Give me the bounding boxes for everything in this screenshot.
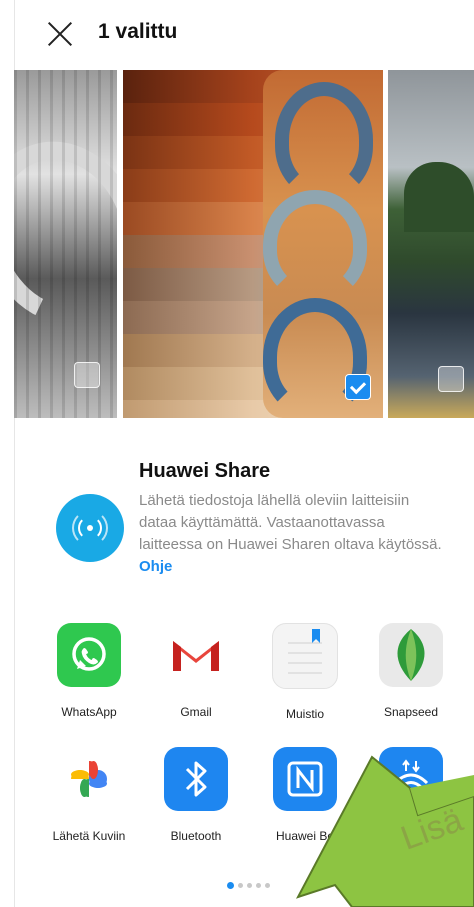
help-link[interactable]: Ohje (139, 558, 172, 575)
app-huawei-beam[interactable]: Huawei Be (250, 747, 360, 843)
huawei-share-title: Huawei Share (139, 460, 271, 482)
nfc-icon (273, 747, 337, 811)
app-label: Gmail (180, 705, 212, 719)
unchecked-checkbox[interactable] (74, 362, 100, 388)
page-dot (256, 883, 261, 888)
page-indicator (227, 882, 270, 889)
notepad-icon (272, 623, 338, 689)
bluetooth-icon (164, 747, 228, 811)
whatsapp-icon (57, 623, 121, 687)
wireless-projection-icon (379, 747, 443, 811)
app-muistio[interactable]: Muistio (250, 623, 360, 721)
huawei-share-section[interactable]: Huawei Share Lähetä tiedostoja lähellä o… (0, 450, 474, 590)
photo-horseshoes-logs[interactable] (123, 70, 383, 418)
wireless-share-icon[interactable] (56, 494, 124, 562)
app-label: Huawei Be (275, 829, 335, 843)
page-dot-active (227, 882, 234, 889)
snapseed-icon (379, 623, 443, 687)
huawei-share-description: Lähetä tiedostoja lähellä oleviin laitte… (139, 490, 449, 578)
page-dot (238, 883, 243, 888)
checked-checkbox[interactable] (345, 374, 371, 400)
close-icon[interactable] (46, 20, 74, 48)
app-bluetooth[interactable]: Bluetooth (141, 747, 251, 843)
unchecked-checkbox[interactable] (438, 366, 464, 392)
photo-strip[interactable] (14, 70, 474, 418)
app-label: Muistio (285, 707, 324, 721)
app-gmail[interactable]: Gmail (141, 623, 251, 719)
app-whatsapp[interactable]: WhatsApp (34, 623, 144, 719)
huawei-share-description-text: Lähetä tiedostoja lähellä oleviin laitte… (139, 492, 442, 553)
selection-header: 1 valittu (0, 0, 474, 66)
app-label: Snapseed (383, 705, 439, 719)
app-snapseed[interactable]: Snapseed (356, 623, 466, 719)
gmail-icon (164, 623, 228, 687)
app-label: Bluetooth (170, 829, 222, 843)
google-photos-icon (57, 747, 121, 811)
photo-bw-horseshoe[interactable] (14, 70, 117, 418)
app-label: WhatsApp (61, 705, 117, 719)
page-dot (265, 883, 270, 888)
selection-count-title: 1 valittu (98, 20, 178, 43)
page-dot (247, 883, 252, 888)
app-label: Lähetä Kuviin (52, 829, 126, 843)
photo-lake[interactable] (388, 70, 474, 418)
app-google-photos[interactable]: Lähetä Kuviin (34, 747, 144, 843)
